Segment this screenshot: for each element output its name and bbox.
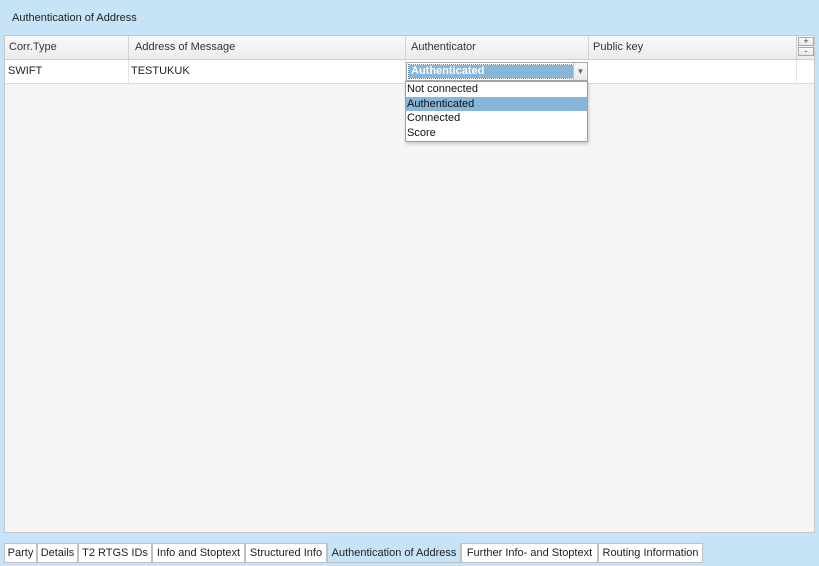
- tab-details[interactable]: Details: [37, 543, 78, 563]
- panel-title: Authentication of Address: [12, 12, 137, 24]
- tab-party[interactable]: Party: [4, 543, 37, 563]
- column-header-public-key[interactable]: Public key: [589, 36, 797, 59]
- tab-t2-rtgs-ids[interactable]: T2 RTGS IDs: [78, 543, 152, 563]
- tab-structured-info[interactable]: Structured Info: [245, 543, 327, 563]
- triangle-down-icon[interactable]: ▼: [573, 63, 587, 80]
- column-header-authenticator[interactable]: Authenticator: [406, 36, 589, 59]
- remove-row-button[interactable]: -: [798, 47, 814, 56]
- row-add-remove-controls: + -: [798, 37, 815, 57]
- cell-corr-type[interactable]: SWIFT: [5, 60, 129, 83]
- option-connected[interactable]: Connected: [406, 111, 587, 126]
- authenticator-select-value[interactable]: Authenticated: [408, 64, 574, 79]
- cell-public-key[interactable]: [589, 60, 797, 83]
- tab-further-info-and-stoptext[interactable]: Further Info- and Stoptext: [461, 543, 598, 563]
- option-authenticated[interactable]: Authenticated: [406, 96, 587, 111]
- column-header-corr-type[interactable]: Corr.Type: [5, 36, 129, 59]
- column-header-address[interactable]: Address of Message: [129, 36, 406, 59]
- option-not-connected[interactable]: Not connected: [406, 82, 587, 97]
- tab-authentication-of-address[interactable]: Authentication of Address: [327, 543, 461, 563]
- add-row-button[interactable]: +: [798, 37, 814, 46]
- option-score[interactable]: Score: [406, 126, 587, 141]
- grid-header: Corr.Type Address of Message Authenticat…: [5, 36, 814, 60]
- cell-address[interactable]: TESTUKUK: [129, 60, 406, 83]
- authenticator-dropdown-list: Not connected Authenticated Connected Sc…: [405, 81, 588, 142]
- tab-routing-information[interactable]: Routing Information: [598, 543, 703, 563]
- authenticator-select[interactable]: Authenticated ▼: [406, 62, 588, 81]
- tab-info-and-stoptext[interactable]: Info and Stoptext: [152, 543, 245, 563]
